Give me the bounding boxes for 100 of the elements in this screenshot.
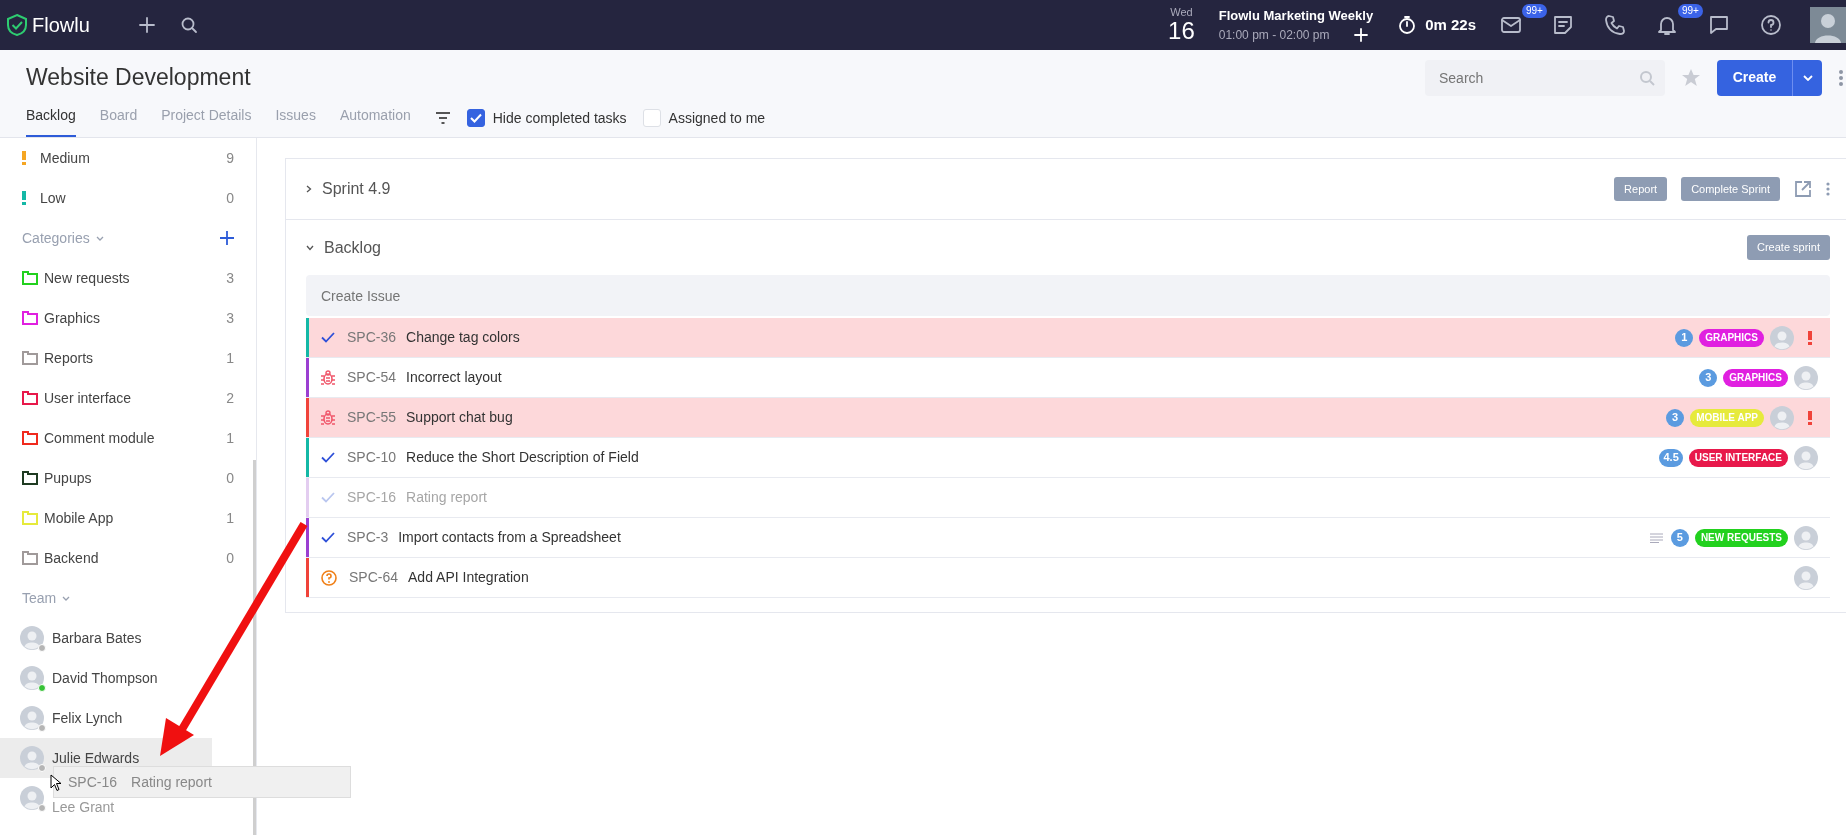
- avatar: [1770, 405, 1794, 430]
- shield-check-icon: [6, 13, 28, 37]
- search-field[interactable]: Search: [1425, 59, 1665, 96]
- avatar: [20, 786, 44, 810]
- story-points: 1: [1675, 328, 1694, 347]
- logo-text: Flowlu: [32, 13, 90, 38]
- section-title: Sprint 4.9: [322, 179, 391, 199]
- team-member[interactable]: Felix Lynch: [52, 707, 123, 729]
- issue-row[interactable]: SPC-3 Import contacts from a Spreadsheet 5 NEW REQUESTS: [306, 518, 1830, 558]
- issue-id: SPC-64: [349, 568, 399, 587]
- event-time: 01:00 pm - 02:00 pm: [1218, 26, 1330, 44]
- issue-id: SPC-10: [347, 448, 397, 467]
- section-title: Backlog: [324, 237, 381, 258]
- issue-title: Rating report: [131, 772, 212, 792]
- category-item[interactable]: Backend: [44, 547, 99, 569]
- timer: 0m 22s: [1425, 14, 1476, 35]
- category-item[interactable]: New requests: [44, 267, 130, 289]
- issue-id: SPC-55: [347, 408, 397, 427]
- chevron-down-icon[interactable]: [306, 244, 314, 251]
- add-category-button[interactable]: [220, 231, 234, 245]
- issue-title: Incorrect layout: [406, 368, 502, 387]
- filter-icon[interactable]: [434, 112, 451, 124]
- category-item[interactable]: Mobile App: [44, 507, 114, 529]
- stopwatch-icon: [1397, 15, 1418, 35]
- avatar: [20, 746, 44, 770]
- count: 0: [226, 548, 234, 568]
- filter-label: Hide completed tasks: [492, 108, 627, 128]
- tab[interactable]: Backlog: [26, 105, 76, 137]
- kebab-icon[interactable]: [1826, 182, 1830, 196]
- category-item[interactable]: Pupups: [44, 467, 92, 489]
- checkmark-icon: [469, 113, 482, 123]
- create-button[interactable]: Create: [1717, 59, 1792, 96]
- issue-id: SPC-54: [347, 368, 397, 387]
- add-event-button[interactable]: [1353, 27, 1368, 42]
- count-badge: 99+: [1522, 4, 1547, 18]
- count: 1: [226, 508, 234, 528]
- notes-button[interactable]: [1552, 14, 1574, 36]
- dropdown-button[interactable]: [1792, 59, 1822, 96]
- phone-button[interactable]: [1604, 14, 1626, 36]
- issue-id: SPC-36: [347, 328, 397, 347]
- weekday: Wed: [1170, 6, 1193, 18]
- issue-title: Import contacts from a Spreadsheet: [398, 528, 621, 547]
- count-badge: 99+: [1678, 4, 1703, 18]
- tag: MOBILE APP: [1690, 408, 1764, 427]
- team-member[interactable]: Barbara Bates: [52, 627, 142, 649]
- event-title: Flowlu Marketing Weekly: [1218, 7, 1374, 26]
- category-item[interactable]: Graphics: [44, 307, 101, 329]
- issue-row[interactable]: SPC-10 Reduce the Short Description of Field 4.5 USER INTERFACE: [306, 438, 1830, 478]
- tag: GRAPHICS: [1699, 328, 1764, 347]
- category-item[interactable]: Comment module: [44, 427, 155, 449]
- priority-item[interactable]: Medium: [40, 147, 90, 169]
- issue-title: Reduce the Short Description of Field: [406, 448, 639, 467]
- count: 3: [226, 308, 234, 328]
- day-number: 16: [1168, 17, 1195, 44]
- create-issue-field[interactable]: Create Issue: [306, 275, 1830, 316]
- notifications-button[interactable]: [1656, 14, 1678, 36]
- search-button[interactable]: [179, 16, 198, 34]
- team-member[interactable]: Julie Edwards: [52, 747, 140, 769]
- count: 1: [226, 348, 234, 368]
- more-button[interactable]: [1838, 68, 1844, 87]
- avatar: [1770, 325, 1794, 350]
- issue-id: SPC-16: [68, 772, 118, 792]
- avatar: [1794, 525, 1818, 550]
- external-link-icon[interactable]: [1794, 180, 1812, 198]
- priority-item[interactable]: Low: [40, 187, 66, 209]
- add-button[interactable]: [137, 16, 156, 34]
- count: 3: [226, 268, 234, 288]
- chat-button[interactable]: [1708, 14, 1730, 36]
- search-icon: [179, 16, 198, 34]
- team-member[interactable]: David Thompson: [52, 667, 158, 689]
- story-points: 3: [1666, 408, 1685, 427]
- issue-row[interactable]: SPC-36 Change tag colors 1 GRAPHICS: [306, 318, 1830, 358]
- story-points: 3: [1699, 368, 1718, 387]
- avatar: [1794, 565, 1818, 590]
- issue-row[interactable]: SPC-55 Support chat bug 3 MOBILE APP: [306, 398, 1830, 438]
- mail-button[interactable]: [1500, 14, 1522, 36]
- phone-icon: [1604, 14, 1626, 36]
- issue-title: Change tag colors: [406, 328, 520, 347]
- issue-title: Support chat bug: [406, 408, 513, 427]
- help-button[interactable]: [1760, 14, 1782, 36]
- plus-icon: [220, 231, 234, 245]
- checkbox[interactable]: [466, 109, 485, 127]
- tag: GRAPHICS: [1723, 368, 1788, 387]
- category-item[interactable]: Reports: [44, 347, 94, 369]
- category-item[interactable]: User interface: [44, 387, 132, 409]
- scrollbar[interactable]: [253, 460, 256, 835]
- chevron-down-icon: [1802, 74, 1813, 81]
- count: 0: [226, 188, 234, 208]
- filter-label: Assigned to me: [668, 108, 766, 128]
- star-icon: [1681, 67, 1701, 88]
- tag: USER INTERFACE: [1688, 448, 1788, 467]
- issue-row[interactable]: SPC-64 Add API Integration: [306, 558, 1830, 598]
- avatar: [1794, 445, 1818, 470]
- chevron-down-icon: [95, 235, 104, 241]
- story-points: 5: [1670, 528, 1689, 547]
- question-circle-icon: [1760, 14, 1782, 36]
- chevron-right-icon[interactable]: [306, 185, 312, 193]
- page-title: Website Development: [26, 63, 251, 93]
- count: 2: [226, 388, 234, 408]
- avatar: [20, 706, 44, 730]
